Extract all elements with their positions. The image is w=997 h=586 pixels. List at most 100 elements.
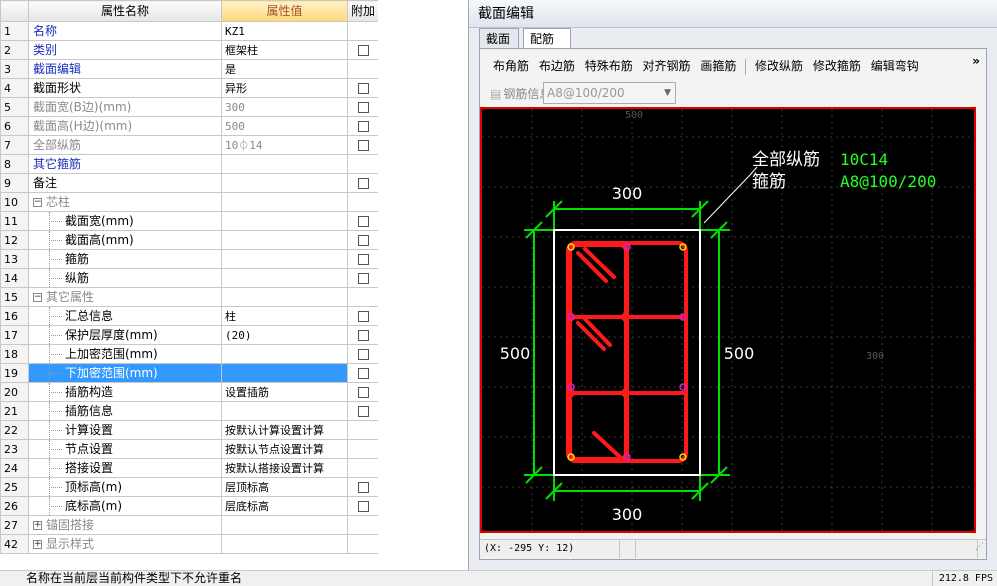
table-row[interactable]: 23 节点设置 按默认节点设置计算 xyxy=(0,439,379,459)
property-name[interactable]: + 锚固搭接 xyxy=(28,515,222,535)
expand-icon[interactable]: + xyxy=(33,520,42,530)
table-row[interactable]: 24 搭接设置 按默认搭接设置计算 xyxy=(0,458,379,478)
property-name[interactable]: 保护层厚度(mm) xyxy=(28,325,222,345)
extra-checkbox[interactable] xyxy=(357,177,369,189)
table-row[interactable]: 11 截面宽(mm) xyxy=(0,211,379,231)
property-value[interactable]: 框架柱 xyxy=(221,40,348,60)
property-name[interactable]: 汇总信息 xyxy=(28,306,222,326)
property-name[interactable]: 上加密范围(mm) xyxy=(28,344,222,364)
extra-checkbox[interactable] xyxy=(357,348,369,360)
table-row[interactable]: 6 截面高(H边)(mm) 500 xyxy=(0,116,379,136)
property-value[interactable]: (20) xyxy=(221,325,348,345)
table-row[interactable]: 1 名称 KZ1 xyxy=(0,21,379,41)
edit-stirrup-button[interactable]: 修改箍筋 xyxy=(810,55,864,77)
align-bar-button[interactable]: 对齐钢筋 xyxy=(640,55,694,77)
table-row[interactable]: 14 纵筋 xyxy=(0,268,379,288)
property-name[interactable]: 截面形状 xyxy=(28,78,222,98)
property-name[interactable]: 下加密范围(mm) xyxy=(28,363,222,383)
property-value[interactable] xyxy=(221,173,348,193)
property-name[interactable]: + 显示样式 xyxy=(28,534,222,554)
extra-checkbox[interactable] xyxy=(357,234,369,246)
property-value[interactable] xyxy=(221,534,348,554)
property-value[interactable] xyxy=(221,230,348,250)
table-row[interactable]: 18 上加密范围(mm) xyxy=(0,344,379,364)
property-value[interactable]: 柱 xyxy=(221,306,348,326)
extra-checkbox[interactable] xyxy=(357,310,369,322)
header-name[interactable]: 属性名称 xyxy=(28,0,222,22)
extra-checkbox[interactable] xyxy=(357,101,369,113)
collapse-icon[interactable]: − xyxy=(33,292,42,302)
extra-checkbox[interactable] xyxy=(357,253,369,265)
property-value[interactable] xyxy=(221,344,348,364)
extra-checkbox[interactable] xyxy=(357,329,369,341)
toolbar-overflow-icon[interactable]: » xyxy=(972,54,980,68)
header-value[interactable]: 属性值 xyxy=(221,0,348,22)
extra-checkbox[interactable] xyxy=(357,82,369,94)
collapse-icon[interactable]: − xyxy=(33,197,42,207)
property-value[interactable]: 设置插筋 xyxy=(221,382,348,402)
property-value[interactable]: 按默认搭接设置计算 xyxy=(221,458,348,478)
table-row[interactable]: 7 全部纵筋 10⏀14 xyxy=(0,135,379,155)
table-row[interactable]: 5 截面宽(B边)(mm) 300 xyxy=(0,97,379,117)
property-value[interactable]: 是 xyxy=(221,59,348,79)
table-row[interactable]: 21 插筋信息 xyxy=(0,401,379,421)
extra-checkbox[interactable] xyxy=(357,386,369,398)
property-name[interactable]: 名称 xyxy=(28,21,222,41)
extra-checkbox[interactable] xyxy=(357,139,369,151)
property-value[interactable] xyxy=(221,287,348,307)
resize-grip-icon[interactable]: ⋰ xyxy=(975,542,984,552)
header-extra[interactable]: 附加 xyxy=(347,0,379,22)
property-name[interactable]: 顶标高(m) xyxy=(28,477,222,497)
place-side-bar-button[interactable]: 布边筋 xyxy=(536,55,578,77)
table-row[interactable]: 42 + 显示样式 xyxy=(0,534,379,554)
table-row[interactable]: 3 截面编辑 是 xyxy=(0,59,379,79)
tab-section[interactable]: 截面 xyxy=(479,28,519,48)
property-value[interactable] xyxy=(221,268,348,288)
drawing-canvas[interactable]: 500 300 300 300 500 500 全部纵筋 箍筋 10C14 A8… xyxy=(480,107,976,533)
table-row[interactable]: 8 其它箍筋 xyxy=(0,154,379,174)
table-row[interactable]: 19 下加密范围(mm) xyxy=(0,363,379,383)
extra-checkbox[interactable] xyxy=(357,481,369,493)
property-name[interactable]: 备注 xyxy=(28,173,222,193)
property-name[interactable]: 截面宽(B边)(mm) xyxy=(28,97,222,117)
table-row[interactable]: 22 计算设置 按默认计算设置计算 xyxy=(0,420,379,440)
table-row[interactable]: 27 + 锚固搭接 xyxy=(0,515,379,535)
extra-checkbox[interactable] xyxy=(357,120,369,132)
property-name[interactable]: 插筋构造 xyxy=(28,382,222,402)
extra-checkbox[interactable] xyxy=(357,215,369,227)
rebar-info-select[interactable]: A8@100/200 ▼ xyxy=(543,82,676,104)
table-row[interactable]: 25 顶标高(m) 层顶标高 xyxy=(0,477,379,497)
property-name[interactable]: 计算设置 xyxy=(28,420,222,440)
property-name[interactable]: 截面高(mm) xyxy=(28,230,222,250)
property-name[interactable]: − 芯柱 xyxy=(28,192,222,212)
table-row[interactable]: 10− 芯柱 xyxy=(0,192,379,212)
special-bar-button[interactable]: 特殊布筋 xyxy=(582,55,636,77)
edit-hook-button[interactable]: 编辑弯钩 xyxy=(868,55,922,77)
property-name[interactable]: 类别 xyxy=(28,40,222,60)
property-value[interactable]: KZ1 xyxy=(221,21,348,41)
property-name[interactable]: 箍筋 xyxy=(28,249,222,269)
property-value[interactable]: 按默认计算设置计算 xyxy=(221,420,348,440)
property-value[interactable] xyxy=(221,154,348,174)
tab-reinforcement[interactable]: 配筋 xyxy=(523,28,571,49)
table-row[interactable]: 26 底标高(m) 层底标高 xyxy=(0,496,379,516)
property-value[interactable] xyxy=(221,192,348,212)
property-name[interactable]: 底标高(m) xyxy=(28,496,222,516)
property-name[interactable]: 纵筋 xyxy=(28,268,222,288)
property-name[interactable]: 截面高(H边)(mm) xyxy=(28,116,222,136)
property-name[interactable]: 截面宽(mm) xyxy=(28,211,222,231)
draw-stirrup-button[interactable]: 画箍筋 xyxy=(697,55,739,77)
table-row[interactable]: 13 箍筋 xyxy=(0,249,379,269)
property-value[interactable]: 层顶标高 xyxy=(221,477,348,497)
property-name[interactable]: 插筋信息 xyxy=(28,401,222,421)
extra-checkbox[interactable] xyxy=(357,367,369,379)
property-value[interactable] xyxy=(221,515,348,535)
property-value[interactable] xyxy=(221,363,348,383)
table-row[interactable]: 12 截面高(mm) xyxy=(0,230,379,250)
property-value[interactable]: 300 xyxy=(221,97,348,117)
table-row[interactable]: 4 截面形状 异形 xyxy=(0,78,379,98)
extra-checkbox[interactable] xyxy=(357,272,369,284)
expand-icon[interactable]: + xyxy=(33,539,42,549)
table-row[interactable]: 20 插筋构造 设置插筋 xyxy=(0,382,379,402)
table-row[interactable]: 16 汇总信息 柱 xyxy=(0,306,379,326)
